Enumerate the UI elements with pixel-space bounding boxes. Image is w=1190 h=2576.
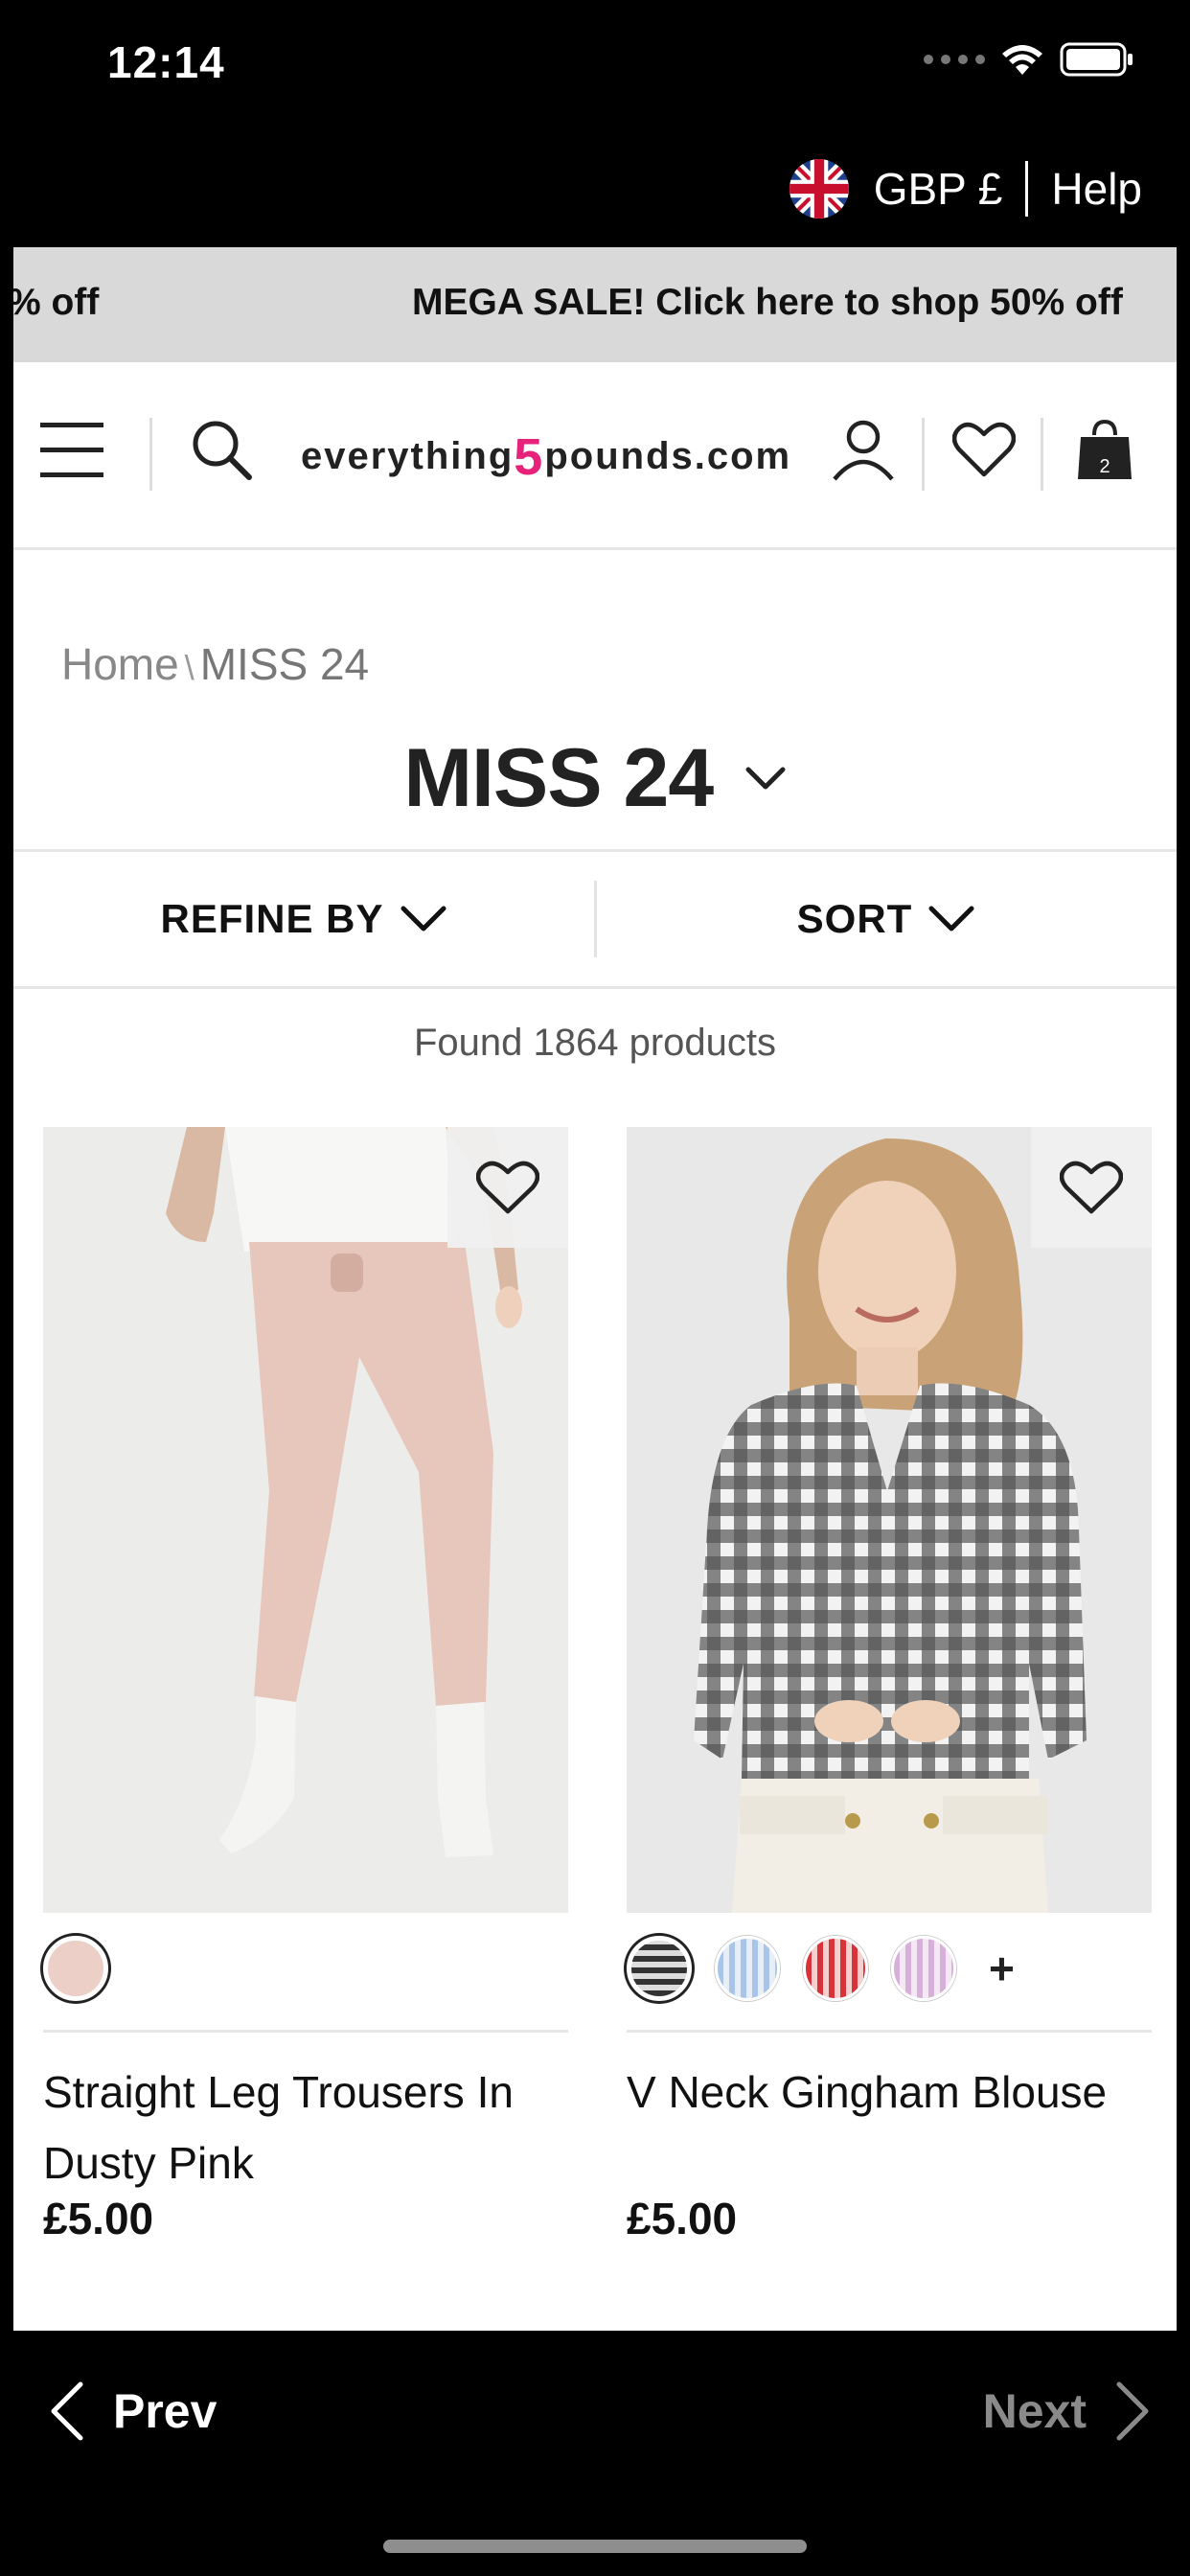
status-icons	[924, 42, 1134, 77]
web-page: % off MEGA SALE! Click here to shop 50% …	[13, 247, 1177, 2331]
home-indicator[interactable]	[383, 2540, 807, 2553]
menu-icon[interactable]	[29, 406, 115, 493]
battery-icon	[1060, 42, 1133, 77]
product-name[interactable]: V Neck Gingham Blouse	[627, 2057, 1152, 2128]
prev-button[interactable]: Prev	[48, 2380, 217, 2442]
heart-icon	[476, 1161, 539, 1214]
product-price: £5.00	[43, 2194, 154, 2243]
color-swatch[interactable]	[715, 1936, 780, 2001]
utility-divider	[1025, 161, 1029, 217]
header-divider	[1041, 418, 1043, 491]
wifi-icon	[1002, 45, 1042, 75]
header-divider	[922, 418, 925, 491]
sort-label: SORT	[796, 896, 913, 941]
add-to-wishlist-button[interactable]	[1031, 1127, 1152, 1248]
status-bar: 12:14	[0, 0, 1190, 134]
bottom-navigation: Prev Next	[0, 2331, 1190, 2576]
uk-flag-icon[interactable]	[789, 159, 849, 218]
heart-icon	[1060, 1161, 1123, 1214]
status-time: 12:14	[107, 37, 225, 87]
logo-text-left: everything	[301, 435, 515, 477]
prev-label: Prev	[113, 2384, 217, 2438]
chevron-left-icon	[51, 2381, 83, 2441]
refine-by-button[interactable]: REFINE BY	[13, 852, 594, 986]
chevron-down-icon	[745, 767, 786, 789]
refine-by-label: REFINE BY	[160, 896, 384, 941]
chevron-right-icon	[1116, 2381, 1149, 2441]
color-swatch[interactable]	[43, 1936, 108, 2001]
product-price: £5.00	[627, 2194, 738, 2243]
search-icon[interactable]	[178, 406, 264, 493]
breadcrumb: Home \ MISS 24	[61, 638, 369, 690]
color-swatch[interactable]	[891, 1936, 956, 2001]
logo-five: 5	[514, 428, 545, 486]
product-name[interactable]: Straight Leg Trousers In Dusty Pink	[43, 2057, 568, 2198]
product-card[interactable]: + V Neck Gingham Blouse £5.00	[627, 1127, 1152, 2243]
product-card[interactable]: Straight Leg Trousers In Dusty Pink £5.0…	[43, 1127, 568, 2243]
breadcrumb-home[interactable]: Home	[61, 639, 179, 689]
product-image[interactable]	[43, 1127, 568, 1913]
card-divider	[627, 2030, 1152, 2033]
color-swatches: +	[627, 1936, 1015, 2001]
signal-icon	[924, 55, 985, 64]
promo-text[interactable]: MEGA SALE! Click here to shop 50% off	[412, 282, 1123, 324]
chevron-down-icon	[928, 906, 974, 932]
wishlist-heart-icon[interactable]	[941, 406, 1027, 493]
more-colors-button[interactable]: +	[989, 1943, 1015, 1994]
promo-banner[interactable]: % off MEGA SALE! Click here to shop 50% …	[13, 247, 1177, 362]
page-title: MISS 24	[403, 732, 714, 824]
account-icon[interactable]	[820, 406, 906, 493]
next-button[interactable]: Next	[983, 2380, 1152, 2442]
header-divider	[149, 418, 152, 491]
category-title-dropdown[interactable]: MISS 24	[13, 731, 1177, 826]
results-count: Found 1864 products	[413, 1022, 777, 1064]
color-swatch[interactable]	[627, 1936, 692, 2001]
help-link[interactable]: Help	[1051, 163, 1142, 215]
add-to-wishlist-button[interactable]	[447, 1127, 568, 1248]
utility-bar: GBP £ Help	[0, 134, 1190, 247]
card-divider	[43, 2030, 568, 2033]
currency-selector[interactable]: GBP £	[874, 163, 1003, 215]
filter-bar: REFINE BY SORT	[13, 849, 1177, 989]
sort-button[interactable]: SORT	[596, 852, 1177, 986]
bag-count-badge: 2	[1099, 456, 1110, 477]
color-swatches	[43, 1936, 108, 2001]
breadcrumb-current: MISS 24	[199, 639, 370, 689]
chevron-down-icon	[400, 906, 446, 932]
logo-text-right: pounds.com	[544, 435, 792, 477]
site-logo[interactable]: everything5pounds.com	[301, 422, 792, 486]
breadcrumb-separator: \	[184, 648, 195, 687]
shopping-bag-icon[interactable]: 2	[1062, 406, 1148, 493]
product-image[interactable]	[627, 1127, 1152, 1913]
color-swatch[interactable]	[803, 1936, 868, 2001]
site-header: everything5pounds.com 2	[13, 362, 1177, 550]
promo-text-fragment: % off	[13, 282, 100, 323]
next-label: Next	[982, 2384, 1087, 2438]
